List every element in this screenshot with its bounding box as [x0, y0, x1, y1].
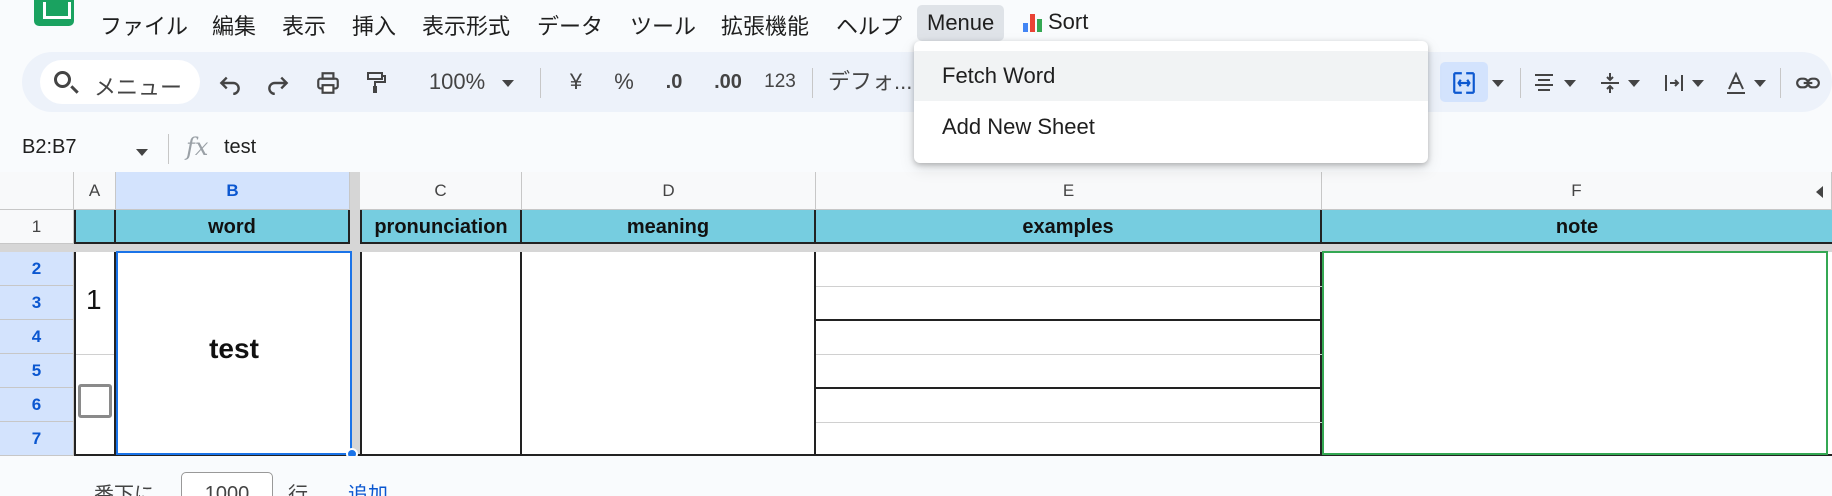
- column-header-f[interactable]: F: [1322, 172, 1832, 210]
- menu-item-fetch-word[interactable]: Fetch Word: [914, 51, 1428, 101]
- column-header-e[interactable]: E: [816, 172, 1322, 210]
- menu-data[interactable]: データ: [537, 9, 603, 41]
- zoom-value: 100%: [428, 69, 486, 94]
- vertical-align-icon[interactable]: [1592, 62, 1628, 102]
- selected-range-word[interactable]: test: [116, 251, 352, 455]
- cell-meaning[interactable]: [522, 252, 816, 456]
- row-header-7[interactable]: 7: [0, 422, 74, 456]
- text-wrap-icon[interactable]: [1656, 62, 1692, 102]
- row-header-2[interactable]: 2: [0, 252, 74, 286]
- scroll-left-icon[interactable]: [1816, 186, 1823, 198]
- zoom-select[interactable]: 100%: [412, 62, 502, 102]
- entry-checkbox[interactable]: [78, 384, 112, 418]
- examples-divider: [816, 422, 1322, 423]
- formula-bar-divider: [168, 134, 169, 164]
- add-rows-count-input[interactable]: 1000: [181, 472, 273, 496]
- menu-tools[interactable]: ツール: [630, 9, 696, 41]
- currency-format-button[interactable]: ¥: [558, 62, 594, 102]
- cell-pronunciation[interactable]: [360, 252, 522, 456]
- menu-item-add-new-sheet[interactable]: Add New Sheet: [914, 102, 1428, 152]
- number-format-button[interactable]: 123: [760, 62, 800, 102]
- menu-search-placeholder: メニュー: [94, 75, 183, 100]
- add-rows-unit: 行: [288, 484, 308, 496]
- text-rotation-icon[interactable]: [1718, 62, 1754, 102]
- menu-menue[interactable]: Menue: [917, 5, 1005, 41]
- row-header-3[interactable]: 3: [0, 286, 74, 320]
- link-icon[interactable]: [1790, 62, 1826, 102]
- examples-divider: [816, 354, 1322, 355]
- redo-icon[interactable]: [260, 62, 296, 102]
- select-all-corner[interactable]: [0, 172, 74, 210]
- name-box[interactable]: B2:B7: [22, 136, 76, 159]
- cell-divider: [76, 354, 114, 355]
- chevron-down-icon[interactable]: [1750, 62, 1770, 102]
- add-rows-button[interactable]: 追加: [348, 478, 388, 496]
- row-header-6[interactable]: 6: [0, 388, 74, 422]
- header-cell-note[interactable]: note: [1322, 210, 1832, 244]
- toolbar-divider: [1520, 68, 1521, 98]
- chevron-down-icon[interactable]: [498, 62, 518, 102]
- header-cell-word[interactable]: word: [116, 210, 350, 244]
- percent-format-button[interactable]: %: [606, 62, 642, 102]
- bar-chart-icon: [1023, 12, 1042, 32]
- menu-edit[interactable]: 編集: [212, 9, 256, 41]
- fx-icon: fx: [186, 133, 209, 161]
- header-cell-examples[interactable]: examples: [816, 210, 1322, 244]
- column-header-d[interactable]: D: [522, 172, 816, 210]
- print-icon[interactable]: [308, 62, 348, 102]
- merge-cells-icon[interactable]: [1440, 62, 1488, 102]
- chevron-down-icon[interactable]: [1560, 62, 1580, 102]
- examples-divider: [816, 319, 1322, 321]
- toolbar-divider: [540, 68, 541, 98]
- menu-help[interactable]: ヘルプ: [836, 9, 902, 41]
- add-rows-label: 番下に: [94, 484, 154, 496]
- cell-note[interactable]: [1322, 251, 1828, 455]
- menu-sort[interactable]: Sort: [1023, 9, 1088, 35]
- toolbar-divider: [1780, 68, 1781, 98]
- entry-number: 1: [86, 284, 102, 315]
- row-header-1[interactable]: 1: [0, 210, 74, 244]
- header-cell-pronunciation[interactable]: pronunciation: [360, 210, 522, 244]
- toolbar-divider: [812, 68, 813, 98]
- chevron-down-icon[interactable]: [136, 144, 148, 162]
- menu-view[interactable]: 表示: [282, 9, 326, 41]
- examples-divider: [816, 286, 1322, 287]
- increase-decimal-button[interactable]: .00: [706, 62, 750, 102]
- menubar: ファイル 編集 表示 挿入 表示形式 データ ツール 拡張機能 ヘルプ Menu…: [0, 0, 1832, 42]
- add-rows-bar: 番下に 1000 行 追加: [0, 456, 1832, 496]
- menu-extensions[interactable]: 拡張機能: [721, 9, 809, 41]
- menu-file[interactable]: ファイル: [100, 9, 188, 41]
- chevron-down-icon[interactable]: [1688, 62, 1708, 102]
- formula-input[interactable]: test: [224, 136, 256, 159]
- examples-divider: [816, 387, 1322, 389]
- sheets-logo-icon[interactable]: [34, 0, 74, 26]
- undo-icon[interactable]: [212, 62, 248, 102]
- horizontal-align-icon[interactable]: [1526, 62, 1562, 102]
- row-header-4[interactable]: 4: [0, 320, 74, 354]
- search-icon: [54, 71, 71, 88]
- chevron-down-icon[interactable]: [1488, 62, 1508, 102]
- menu-search[interactable]: メニュー: [40, 60, 200, 104]
- font-family-select[interactable]: デフォ...: [828, 62, 924, 102]
- menu-sort-label: Sort: [1048, 9, 1089, 34]
- column-header-c[interactable]: C: [360, 172, 522, 210]
- menue-dropdown: Fetch Word Add New Sheet: [914, 41, 1428, 163]
- menu-insert[interactable]: 挿入: [352, 9, 396, 41]
- word-value: test: [209, 333, 259, 364]
- column-header-b[interactable]: B: [116, 172, 350, 210]
- header-cell-a1[interactable]: [74, 210, 116, 244]
- spreadsheet-grid: A B C D E F 1 2 3 4 5 6 7 word pronuncia…: [0, 172, 1832, 460]
- header-cell-meaning[interactable]: meaning: [522, 210, 816, 244]
- row-header-5[interactable]: 5: [0, 354, 74, 388]
- decrease-decimal-button[interactable]: .0: [654, 62, 694, 102]
- paint-format-icon[interactable]: [358, 62, 394, 102]
- chevron-down-icon[interactable]: [1624, 62, 1644, 102]
- column-header-a[interactable]: A: [74, 172, 116, 210]
- menu-format[interactable]: 表示形式: [422, 9, 510, 41]
